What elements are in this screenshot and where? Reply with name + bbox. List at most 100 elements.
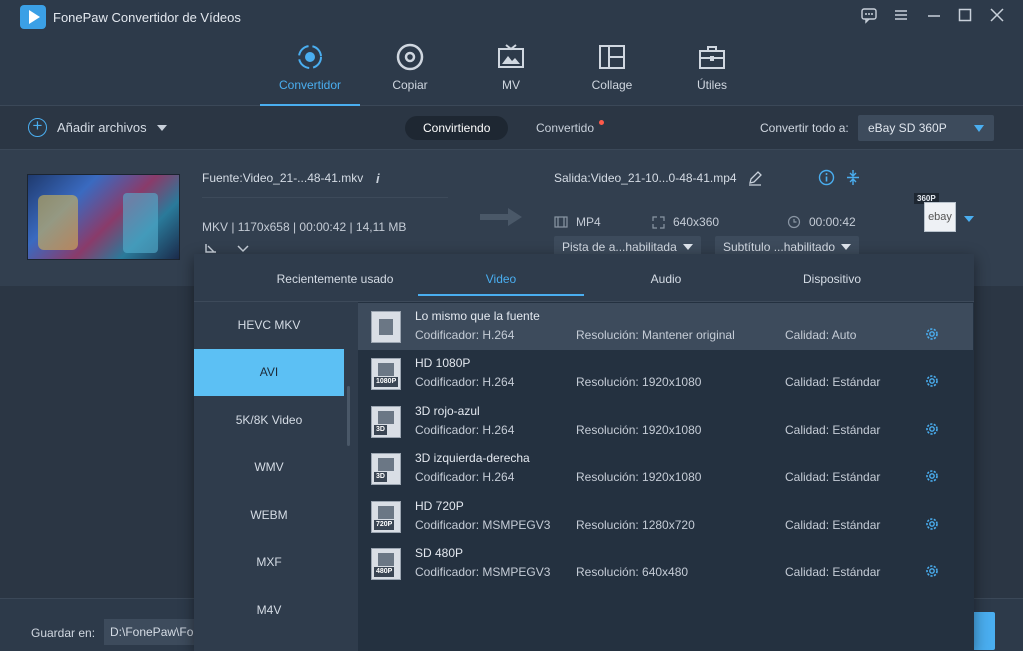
format-item[interactable]: WMV (194, 444, 344, 491)
gear-icon[interactable] (924, 516, 940, 532)
feedback-icon[interactable] (858, 6, 880, 28)
compress-icon[interactable] (845, 169, 861, 189)
preset-option[interactable]: 1080P HD 1080P Codificador: H.264 Resolu… (358, 350, 973, 397)
preset-tag: 720P (374, 520, 395, 530)
preset-resolution: Resolución: 1280x720 (576, 518, 695, 532)
tab-converting[interactable]: Convirtiendo (405, 116, 509, 140)
minimize-icon[interactable] (923, 6, 945, 28)
tab-label: Útiles (696, 78, 727, 92)
preset-quality: Calidad: Estándar (785, 518, 881, 532)
collage-icon (599, 45, 625, 69)
format-list: HEVC MKV AVI 5K/8K Video WMV WEBM MXF M4… (194, 302, 358, 651)
tab-label: Collage (591, 78, 633, 92)
mv-icon (498, 44, 524, 68)
format-popup: Recientemente usado Video Audio Disposit… (194, 254, 974, 651)
preset-quality: Calidad: Estándar (785, 565, 881, 579)
format-item[interactable]: 5K/8K Video (194, 397, 344, 444)
tab-collage[interactable]: Collage (562, 42, 662, 104)
preset-codec: Codificador: H.264 (415, 423, 515, 437)
profile-dropdown-icon[interactable] (963, 212, 975, 226)
close-icon[interactable] (986, 6, 1008, 28)
tab-recent[interactable]: Recientemente usado (252, 272, 418, 286)
toolbox-icon (699, 46, 725, 69)
film-icon (554, 216, 568, 228)
gear-icon[interactable] (924, 468, 940, 484)
tab-label: MV (502, 78, 520, 92)
chevron-down-icon (974, 125, 984, 132)
format-item[interactable]: HEVC MKV (194, 302, 344, 349)
format-item[interactable]: M4V (194, 587, 344, 634)
tab-label: Copiar (392, 78, 428, 92)
output-resolution-value: 640x360 (673, 215, 720, 229)
main-nav: Convertidor Copiar MV Collage Útiles (0, 34, 1023, 106)
toolbar: + Añadir archivos Convirtiendo Convertid… (0, 106, 1023, 150)
preset-quality: Calidad: Auto (785, 328, 857, 342)
gear-icon[interactable] (924, 326, 940, 342)
preset-option[interactable]: 3D 3D rojo-azul Codificador: H.264 Resol… (358, 398, 973, 445)
output-duration-value: 00:00:42 (809, 215, 856, 229)
tab-convertidor[interactable]: Convertidor (260, 42, 360, 106)
tab-mv[interactable]: MV (461, 42, 561, 104)
divider (202, 197, 448, 198)
output-duration: 00:00:42 (787, 215, 856, 229)
add-files-button[interactable]: + Añadir archivos (28, 117, 167, 137)
preset-name: 3D rojo-azul (415, 404, 480, 418)
plus-icon: + (28, 117, 47, 137)
preset-option[interactable]: 480P SD 480P Codificador: MSMPEGV3 Resol… (358, 540, 973, 587)
gear-icon[interactable] (924, 421, 940, 437)
video-thumbnail[interactable] (27, 174, 180, 260)
save-label: Guardar en: (31, 626, 96, 640)
preset-tag: 480P (374, 567, 395, 577)
title-bar: FonePaw Convertidor de Vídeos (0, 0, 1023, 34)
output-filename: Salida:Video_21-10...0-48-41.mp4 (554, 171, 737, 185)
save-path-field[interactable]: D:\FonePaw\Fo (104, 619, 196, 645)
preset-resolution: Resolución: Mantener original (576, 328, 735, 342)
gear-icon[interactable] (924, 563, 940, 579)
convert-all-button[interactable] (971, 612, 995, 650)
clock-icon (787, 215, 801, 229)
tab-copiar[interactable]: Copiar (360, 42, 460, 104)
preset-resolution: Resolución: 1920x1080 (576, 375, 702, 389)
tab-device[interactable]: Dispositivo (749, 272, 915, 286)
disc-icon (396, 43, 424, 71)
source-meta: MKV | 1170x658 | 00:00:42 | 14,11 MB (202, 220, 407, 234)
format-item[interactable]: MXF (194, 539, 344, 586)
preset-name: SD 480P (415, 546, 464, 560)
format-list-scrollbar[interactable] (347, 386, 350, 446)
chevron-down-icon[interactable] (156, 124, 167, 131)
tab-utiles[interactable]: Útiles (662, 42, 762, 104)
ebay-profile-icon[interactable]: ebay (924, 202, 956, 232)
preset-option[interactable]: 3D 3D izquierda-derecha Codificador: H.2… (358, 445, 973, 492)
preset-codec: Codificador: H.264 (415, 328, 515, 342)
preset-name: 3D izquierda-derecha (415, 451, 530, 465)
gear-icon[interactable] (924, 373, 940, 389)
preset-codec: Codificador: H.264 (415, 470, 515, 484)
convert-all-select[interactable]: eBay SD 360P (858, 115, 994, 141)
preset-option[interactable]: 720P HD 720P Codificador: MSMPEGV3 Resol… (358, 493, 973, 540)
menu-icon[interactable] (890, 6, 912, 28)
preset-quality: Calidad: Estándar (785, 375, 881, 389)
format-item[interactable]: WEBM (194, 492, 344, 539)
rename-pencil-icon[interactable] (747, 170, 763, 189)
same-as-source-icon (371, 311, 401, 343)
maximize-icon[interactable] (954, 6, 976, 28)
arrow-right-icon (480, 208, 522, 226)
resize-icon (652, 215, 665, 229)
convert-all-label: Convertir todo a: (760, 121, 849, 135)
tab-label: Convertidor (278, 78, 342, 92)
notification-dot (599, 120, 605, 125)
tab-converted[interactable]: Convertido (518, 116, 612, 140)
tab-video[interactable]: Video (418, 272, 584, 296)
preset-tag: 1080P (374, 377, 399, 387)
info-circle-icon[interactable] (818, 169, 835, 189)
add-files-label: Añadir archivos (57, 120, 147, 135)
tab-audio[interactable]: Audio (583, 272, 749, 286)
preset-resolution: Resolución: 640x480 (576, 565, 689, 579)
film-icon: 1080P (371, 358, 401, 390)
preset-option[interactable]: Lo mismo que la fuente Codificador: H.26… (358, 303, 973, 350)
info-icon[interactable]: i (376, 171, 380, 186)
convert-icon (298, 45, 322, 69)
preset-codec: Codificador: MSMPEGV3 (415, 565, 551, 579)
format-item[interactable]: AVI (194, 349, 344, 396)
output-resolution: 640x360 (652, 215, 719, 229)
